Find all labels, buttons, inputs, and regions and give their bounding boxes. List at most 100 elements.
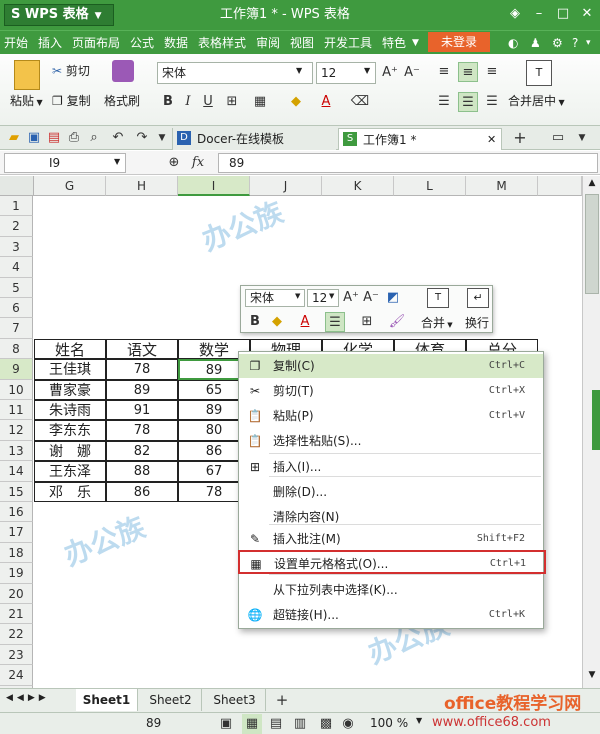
scroll-up-icon[interactable]: ▲ xyxy=(585,178,599,192)
merge-icon[interactable]: T xyxy=(427,288,449,308)
table-cell[interactable]: 88 xyxy=(106,461,178,482)
row-header-15[interactable]: 15 xyxy=(0,481,33,502)
merge-button[interactable]: 合并 ▼ xyxy=(421,314,453,332)
context-menu-item-6[interactable]: 清除内容(N) xyxy=(239,505,543,529)
chevron-down-icon[interactable]: ▼ xyxy=(416,716,422,725)
row-header-13[interactable]: 13 xyxy=(0,440,33,462)
add-sheet-icon[interactable]: + xyxy=(272,690,292,710)
chevron-down-icon[interactable]: ▼ xyxy=(152,128,172,148)
merge-center-icon[interactable]: T xyxy=(526,60,552,86)
select-all-corner[interactable] xyxy=(0,176,34,196)
column-header-K[interactable]: K xyxy=(322,176,394,196)
app-menu-button[interactable]: S WPS 表格 ▼ xyxy=(4,4,114,26)
scroll-thumb[interactable] xyxy=(585,194,599,294)
tab-docer[interactable]: D Docer-在线模板 xyxy=(172,128,336,150)
wrap-text-icon[interactable]: ↵ xyxy=(467,288,489,308)
row-header-7[interactable]: 7 xyxy=(0,318,33,339)
merge-center-button[interactable]: 合并居中 ▼ xyxy=(508,92,596,110)
context-menu-item-0[interactable]: ❐ 复制(C) Ctrl+C xyxy=(239,354,543,378)
row-header-14[interactable]: 14 xyxy=(0,461,33,482)
skin-icon[interactable]: ◈ xyxy=(504,4,526,24)
login-button[interactable]: 未登录 xyxy=(428,32,490,52)
new-tab-icon[interactable]: + xyxy=(510,128,530,148)
chevron-down-icon[interactable]: ▼ xyxy=(572,128,592,148)
help-icon[interactable]: ◐ xyxy=(508,31,518,55)
row-header-12[interactable]: 12 xyxy=(0,420,33,441)
align-center-icon[interactable]: ☰ xyxy=(325,312,345,332)
table-cell[interactable]: 朱诗雨 xyxy=(34,400,106,421)
menu-review[interactable]: 审阅 xyxy=(256,31,280,55)
menu-formulas[interactable]: 公式 xyxy=(130,31,154,55)
decrease-font-icon[interactable]: A⁻ xyxy=(402,63,422,83)
sheet-tab-2[interactable]: Sheet2 xyxy=(140,689,202,711)
bold-icon[interactable]: B xyxy=(245,312,265,332)
style-icon[interactable]: ◩ xyxy=(383,288,403,308)
table-cell[interactable]: 谢 娜 xyxy=(34,440,106,462)
menu-developer[interactable]: 开发工具 xyxy=(324,31,372,55)
bold-icon[interactable]: B xyxy=(158,92,178,112)
underline-icon[interactable]: U xyxy=(198,92,218,112)
table-cell[interactable]: 邓 乐 xyxy=(34,481,106,502)
fill-color-icon[interactable]: ◆ xyxy=(286,92,306,112)
table-cell[interactable]: 78 xyxy=(106,359,178,380)
row-header-5[interactable]: 5 xyxy=(0,277,33,298)
context-menu-item-3[interactable]: 📋 选择性粘贴(S)... xyxy=(239,429,543,453)
name-box[interactable]: I9 xyxy=(4,153,126,173)
decrease-font-icon[interactable]: A⁻ xyxy=(361,288,381,308)
increase-font-icon[interactable]: A⁺ xyxy=(380,63,400,83)
reading-view-icon[interactable]: ▩ xyxy=(316,714,336,734)
close-tab-icon[interactable]: ✕ xyxy=(487,129,496,151)
paste-button[interactable]: 粘贴 ▼ xyxy=(10,92,43,110)
row-header-20[interactable]: 20 xyxy=(0,583,33,604)
column-header-I[interactable]: I xyxy=(178,176,250,196)
row-header-16[interactable]: 16 xyxy=(0,502,33,523)
row-header-9[interactable]: 9 xyxy=(0,359,33,380)
formula-input[interactable]: 89 xyxy=(218,153,598,173)
function-icon[interactable]: fx xyxy=(188,153,208,173)
side-panel-toggle[interactable] xyxy=(592,390,600,450)
sheet-tab-1[interactable]: Sheet1 xyxy=(76,689,138,711)
eye-protect-icon[interactable]: ◉ xyxy=(338,714,358,734)
column-header-L[interactable]: L xyxy=(394,176,466,196)
menu-insert[interactable]: 插入 xyxy=(38,31,62,55)
maximize-icon[interactable]: □ xyxy=(552,4,574,24)
menu-view[interactable]: 视图 xyxy=(290,31,314,55)
format-painter-icon[interactable] xyxy=(112,60,134,82)
row-header-23[interactable]: 23 xyxy=(0,644,33,666)
column-header-N[interactable] xyxy=(538,176,582,196)
skin-shirt-icon[interactable]: ♟ xyxy=(530,31,541,55)
page-break-icon[interactable]: ▥ xyxy=(290,714,310,734)
row-header-18[interactable]: 18 xyxy=(0,542,33,564)
tab-workbook[interactable]: S 工作簿1 * ✕ xyxy=(338,128,502,150)
chevron-down-icon[interactable]: ▼ xyxy=(114,157,120,166)
redo-icon[interactable]: ↷ xyxy=(132,128,152,148)
page-layout-icon[interactable]: ▤ xyxy=(266,714,286,734)
tab-list-icon[interactable]: ▭ xyxy=(548,128,568,148)
row-header-19[interactable]: 19 xyxy=(0,563,33,584)
context-menu-item-10[interactable]: 🌐 超链接(H)... Ctrl+K xyxy=(239,603,543,627)
column-header-H[interactable]: H xyxy=(106,176,178,196)
column-header-G[interactable]: G xyxy=(34,176,106,196)
save-icon[interactable]: ▣ xyxy=(24,128,44,148)
format-painter-icon[interactable]: 🖌 xyxy=(387,312,407,332)
minimize-icon[interactable]: – xyxy=(528,4,550,24)
font-color-icon[interactable]: A xyxy=(295,312,315,332)
row-header-6[interactable]: 6 xyxy=(0,298,33,319)
row-header-11[interactable]: 11 xyxy=(0,400,33,421)
chevron-down-icon[interactable]: ▼ xyxy=(412,31,419,55)
table-cell[interactable]: 86 xyxy=(106,481,178,502)
menu-special[interactable]: 特色 xyxy=(382,31,406,55)
row-header-3[interactable]: 3 xyxy=(0,236,33,258)
table-cell[interactable]: 91 xyxy=(106,400,178,421)
menu-data[interactable]: 数据 xyxy=(164,31,188,55)
table-cell[interactable]: 李东东 xyxy=(34,420,106,441)
align-left-icon[interactable]: ☰ xyxy=(434,92,454,112)
print-icon[interactable]: ⎙ xyxy=(64,128,84,148)
context-menu-item-8[interactable]: ▦ 设置单元格格式(O)... Ctrl+1 xyxy=(238,550,546,574)
print-preview-icon[interactable]: ⌕ xyxy=(84,128,104,148)
table-cell[interactable]: 王佳琪 xyxy=(34,359,106,380)
column-header-J[interactable]: J xyxy=(250,176,322,196)
font-family-select[interactable]: 宋体 xyxy=(157,62,313,84)
format-painter-button[interactable]: 格式刷 xyxy=(104,92,140,110)
increase-font-icon[interactable]: A⁺ xyxy=(341,288,361,308)
